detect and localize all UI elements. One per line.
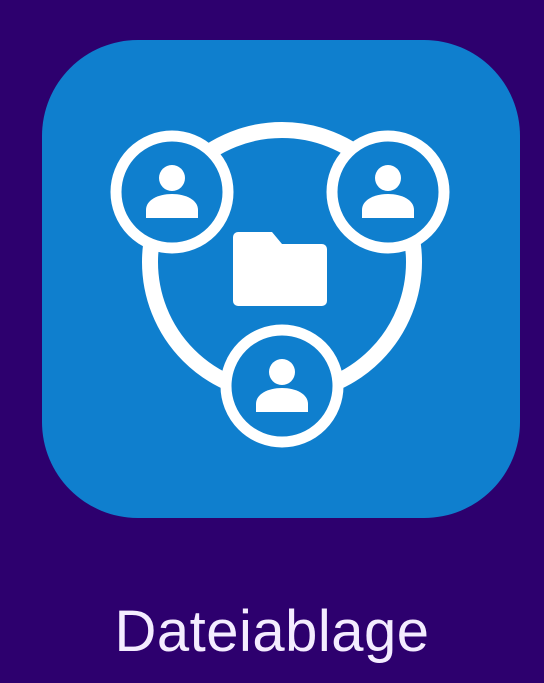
shared-folder-network-icon [110, 122, 450, 448]
home-screen: Dateiablage [0, 0, 544, 683]
user-icon-right [326, 130, 450, 254]
user-icon-left [110, 130, 234, 254]
user-icon-bottom [220, 324, 344, 448]
dateiablage-app-icon[interactable] [42, 40, 520, 518]
app-label[interactable]: Dateiablage [0, 596, 544, 668]
folder-icon [233, 232, 327, 306]
